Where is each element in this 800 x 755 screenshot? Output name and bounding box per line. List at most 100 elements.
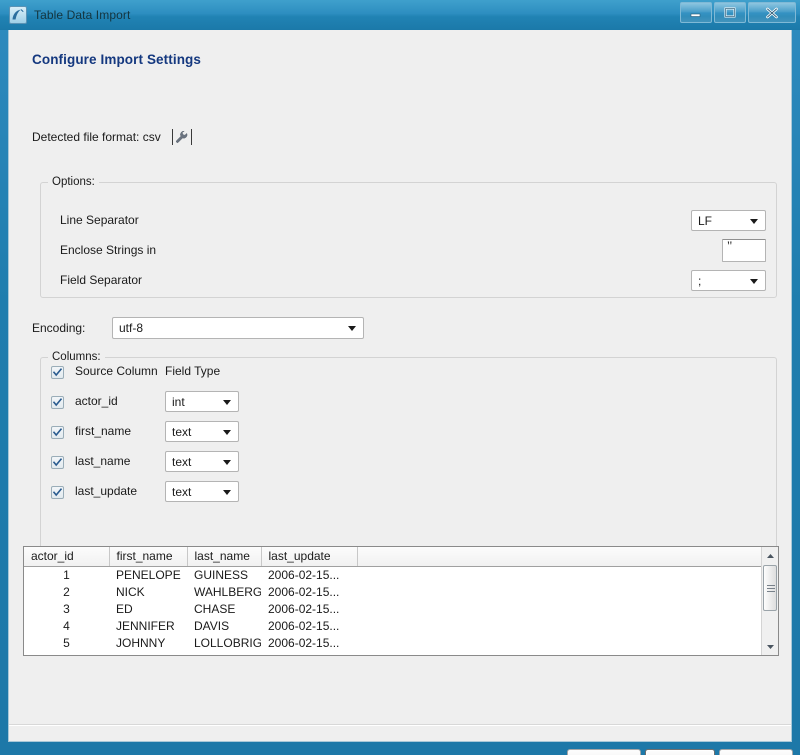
table-row[interactable]: 2 NICK WAHLBERG 2006-02-15...: [24, 583, 763, 600]
maximize-button[interactable]: [714, 2, 746, 23]
cell-actor-id: 4: [24, 617, 109, 634]
data-preview-table[interactable]: actor_id first_name last_name last_updat…: [23, 546, 779, 656]
preview-vertical-scrollbar[interactable]: [761, 547, 778, 655]
field-separator-label: Field Separator: [60, 273, 142, 287]
cell-last-update: 2006-02-15...: [261, 617, 357, 634]
wrench-icon[interactable]: [171, 128, 193, 146]
cell-last-update: 2006-02-15...: [261, 600, 357, 617]
options-legend: Options:: [48, 175, 99, 189]
cell-last-name: CHASE: [187, 600, 261, 617]
cell-last-update: 2006-02-15...: [261, 583, 357, 600]
cancel-button[interactable]: Cancel: [719, 749, 793, 755]
preview-col-header[interactable]: last_name: [187, 547, 261, 566]
preview-col-header[interactable]: actor_id: [24, 547, 109, 566]
close-button[interactable]: [748, 2, 796, 23]
preview-col-header[interactable]: first_name: [109, 547, 187, 566]
chevron-down-icon: [348, 326, 356, 331]
field-type-value-first-name: text: [172, 426, 191, 438]
column-name-last-name: last_name: [75, 454, 130, 468]
preview-col-header[interactable]: last_update: [261, 547, 357, 566]
line-separator-row: Line Separator LF: [41, 209, 776, 233]
chevron-down-icon: [750, 279, 758, 284]
field-type-combobox-actor-id[interactable]: int: [165, 391, 239, 412]
cell-filler: [357, 600, 763, 617]
minimize-button[interactable]: [680, 2, 712, 23]
detected-format-row: Detected file format: csv: [32, 128, 193, 146]
cell-actor-id: 2: [24, 583, 109, 600]
cell-last-name: WAHLBERG: [187, 583, 261, 600]
field-type-combobox-last-name[interactable]: text: [165, 451, 239, 472]
encoding-label: Encoding:: [32, 321, 85, 335]
footer-separator: [9, 724, 791, 726]
chevron-down-icon: [223, 490, 231, 495]
window-controls: [678, 2, 796, 23]
field-type-header: Field Type: [165, 364, 220, 378]
preview-col-header-filler[interactable]: [357, 547, 763, 566]
field-type-combobox-first-name[interactable]: text: [165, 421, 239, 442]
page-title: Configure Import Settings: [32, 52, 201, 67]
column-checkbox-last-name[interactable]: [51, 456, 64, 469]
column-name-first-name: first_name: [75, 424, 131, 438]
field-type-value-actor-id: int: [172, 396, 185, 408]
options-group: Options: Line Separator LF Enclose Strin…: [40, 182, 777, 298]
table-row[interactable]: 4 JENNIFER DAVIS 2006-02-15...: [24, 617, 763, 634]
source-column-header: Source Column: [75, 364, 158, 378]
line-separator-label: Line Separator: [60, 213, 139, 227]
field-separator-value: ;: [698, 275, 701, 287]
detected-format-label: Detected file format: csv: [32, 130, 161, 144]
enclose-strings-row: Enclose Strings in ": [41, 239, 776, 263]
preview-grid: actor_id first_name last_name last_updat…: [24, 547, 763, 651]
table-data-import-window: Table Data Import Confi: [0, 0, 800, 755]
cell-last-name: GUINESS: [187, 566, 261, 583]
title-bar: Table Data Import: [0, 0, 800, 30]
field-separator-combobox[interactable]: ;: [691, 270, 766, 291]
chevron-down-icon: [223, 430, 231, 435]
cell-actor-id: 1: [24, 566, 109, 583]
mysql-workbench-icon: [9, 6, 27, 24]
next-button[interactable]: Next >: [645, 749, 715, 755]
encoding-value: utf-8: [119, 322, 143, 334]
cell-filler: [357, 617, 763, 634]
chevron-down-icon: [223, 400, 231, 405]
cell-filler: [357, 583, 763, 600]
columns-group: Columns: Source Column Field Type actor_…: [40, 357, 777, 555]
field-type-value-last-update: text: [172, 486, 191, 498]
column-checkbox-actor-id[interactable]: [51, 396, 64, 409]
chevron-down-icon: [223, 460, 231, 465]
scrollbar-thumb[interactable]: [763, 565, 777, 611]
field-type-combobox-last-update[interactable]: text: [165, 481, 239, 502]
cell-last-update: 2006-02-15...: [261, 634, 357, 651]
column-name-last-update: last_update: [75, 484, 137, 498]
column-name-actor-id: actor_id: [75, 394, 118, 408]
scroll-up-icon[interactable]: [762, 547, 778, 564]
cell-actor-id: 3: [24, 600, 109, 617]
table-row[interactable]: 5 JOHNNY LOLLOBRIG... 2006-02-15...: [24, 634, 763, 651]
cell-first-name: JENNIFER: [109, 617, 187, 634]
column-checkbox-last-update[interactable]: [51, 486, 64, 499]
window-title: Table Data Import: [34, 8, 130, 22]
scroll-down-icon[interactable]: [762, 638, 778, 655]
table-row[interactable]: 3 ED CHASE 2006-02-15...: [24, 600, 763, 617]
cell-last-name: DAVIS: [187, 617, 261, 634]
select-all-checkbox[interactable]: [51, 366, 64, 379]
enclose-strings-input[interactable]: ": [722, 239, 766, 262]
table-row[interactable]: 1 PENELOPE GUINESS 2006-02-15...: [24, 566, 763, 583]
column-checkbox-first-name[interactable]: [51, 426, 64, 439]
preview-header-row: actor_id first_name last_name last_updat…: [24, 547, 763, 566]
line-separator-value: LF: [698, 215, 712, 227]
scrollbar-grip: [767, 583, 775, 593]
cell-first-name: PENELOPE: [109, 566, 187, 583]
back-button[interactable]: < Back: [567, 749, 641, 755]
cell-last-name: LOLLOBRIG...: [187, 634, 261, 651]
columns-legend: Columns:: [48, 350, 105, 364]
cell-first-name: ED: [109, 600, 187, 617]
cell-first-name: NICK: [109, 583, 187, 600]
cell-filler: [357, 566, 763, 583]
dialog-client-area: Configure Import Settings Detected file …: [8, 30, 792, 742]
field-separator-row: Field Separator ;: [41, 269, 776, 293]
field-type-value-last-name: text: [172, 456, 191, 468]
line-separator-combobox[interactable]: LF: [691, 210, 766, 231]
cell-first-name: JOHNNY: [109, 634, 187, 651]
encoding-combobox[interactable]: utf-8: [112, 317, 364, 339]
cell-filler: [357, 634, 763, 651]
